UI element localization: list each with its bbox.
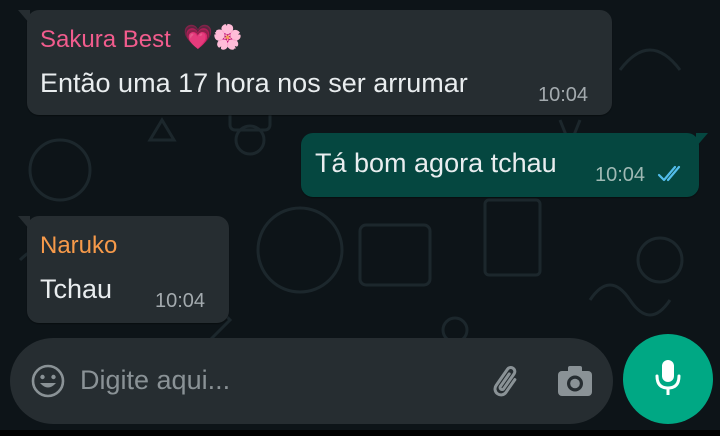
- emoji-icon[interactable]: [30, 363, 66, 399]
- message-text: Então uma 17 hora nos ser arrumar: [40, 68, 468, 98]
- sender-name[interactable]: Naruko: [40, 232, 117, 260]
- bubble-tail: [696, 133, 708, 147]
- microphone-icon: [655, 360, 681, 395]
- message-input[interactable]: Digite aqui...: [80, 365, 230, 396]
- message-time: 10:04: [155, 290, 206, 312]
- mic-button[interactable]: [623, 334, 713, 424]
- message-text: Tá bom agora tchau: [315, 148, 557, 178]
- attach-icon[interactable]: [486, 360, 528, 402]
- message-time: 10:04: [538, 84, 589, 106]
- screen-bottom-edge: [0, 430, 720, 436]
- message-time: 10:04: [595, 164, 646, 186]
- message-bubble-incoming[interactable]: Naruko Tchau 10:04: [18, 216, 229, 323]
- message-text: Tchau: [40, 274, 113, 304]
- bubble-tail: [18, 10, 30, 24]
- sender-name[interactable]: Sakura Best: [40, 26, 171, 54]
- message-bubble-outgoing[interactable]: Tá bom agora tchau 10:04: [301, 133, 708, 197]
- message-composer[interactable]: Digite aqui...: [10, 338, 613, 424]
- camera-icon[interactable]: [555, 363, 595, 399]
- bubble-tail: [18, 216, 30, 230]
- sender-emoji: 💗🌸: [183, 24, 243, 51]
- message-bubble-incoming[interactable]: Sakura Best 💗🌸 Então uma 17 hora nos ser…: [18, 10, 612, 115]
- double-check-icon: [657, 165, 681, 182]
